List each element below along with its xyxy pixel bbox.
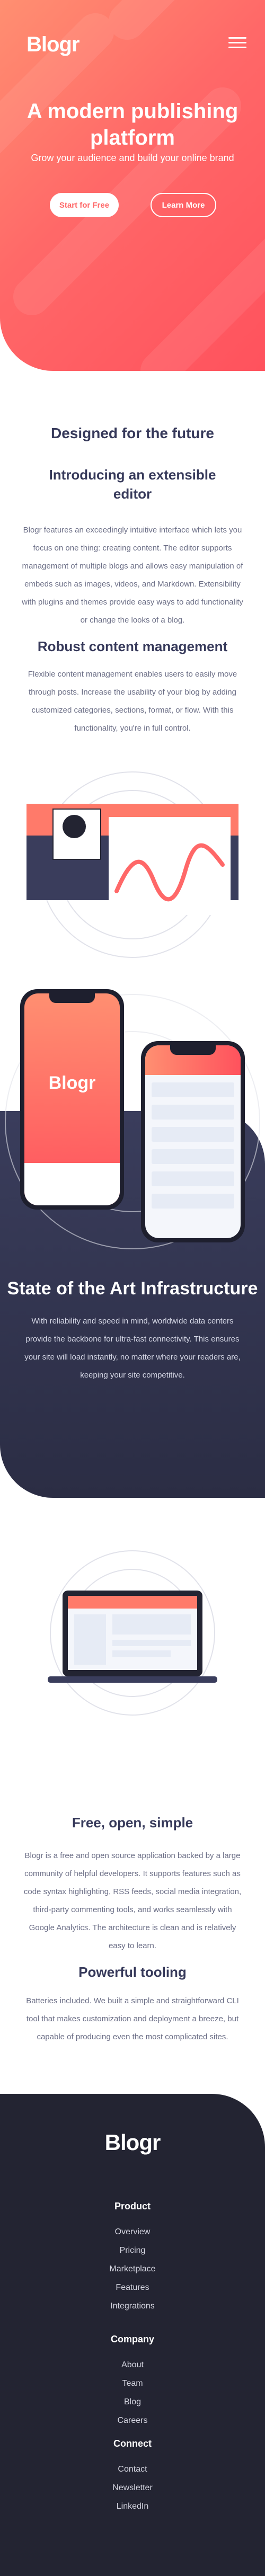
tooling-title: Powerful tooling [78,1964,187,1980]
infrastructure-title: State of the Art Infrastructure [7,1278,258,1299]
content-management-title: Robust content management [37,638,228,654]
footer-link-newsletter[interactable]: Newsletter [0,2479,265,2497]
free-section: Free, open, simple Blogr is a free and o… [0,1498,265,2046]
phone-mockup-back [141,1041,245,1242]
content-management-text: Flexible content management enables user… [28,670,237,733]
hero-tagline: Grow your audience and build your online… [31,153,234,163]
footer-link-careers[interactable]: Careers [0,2411,265,2430]
footer-group-company: Company About Team Blog Careers [0,2334,265,2430]
footer-group-title: Company [110,2334,154,2344]
footer-link-team[interactable]: Team [0,2374,265,2393]
footer-link-linkedin[interactable]: LinkedIn [0,2497,265,2516]
footer-link-features[interactable]: Features [0,2278,265,2297]
free-title: Free, open, simple [72,1815,193,1831]
footer-link-blog[interactable]: Blog [0,2393,265,2411]
phone-logo: Blogr [48,1073,96,1093]
start-for-free-button[interactable]: Start for Free [50,193,119,217]
infrastructure-text: With reliability and speed in mind, worl… [24,1317,241,1380]
laptop-illustration [48,1550,217,1716]
editor-text: Blogr features an exceedingly intuitive … [22,526,243,625]
phone-mockup-front: Blogr [20,989,124,1210]
footer-group-title: Product [114,2201,151,2211]
footer-link-about[interactable]: About [0,2356,265,2374]
future-section-title: Designed for the future [50,425,214,441]
footer-group-connect: Connect Contact Newsletter LinkedIn [0,2438,265,2516]
top-navigation: Blogr [26,33,246,57]
tooling-text: Batteries included. We built a simple an… [26,1996,239,2041]
footer-link-overview[interactable]: Overview [0,2223,265,2241]
footer-link-contact[interactable]: Contact [0,2460,265,2479]
editor-title: Introducing an extensible editor [49,467,216,502]
footer-group-product: Product Overview Pricing Marketplace Fea… [0,2201,265,2315]
hero-title: A modern publishing platform [26,100,238,149]
footer-link-integrations[interactable]: Integrations [0,2297,265,2315]
infrastructure-section: Blogr State of the Art Infrastructure Wi… [0,963,265,1498]
free-text: Blogr is a free and open source applicat… [23,1851,242,1950]
footer-link-pricing[interactable]: Pricing [0,2241,265,2260]
future-section: Designed for the future Introducing an e… [0,425,265,963]
learn-more-button[interactable]: Learn More [151,193,216,217]
footer-group-title: Connect [113,2438,152,2449]
header-logo[interactable]: Blogr [26,33,80,57]
footer: Blogr Product Overview Pricing Marketpla… [0,2094,265,2576]
hamburger-menu-icon[interactable] [228,37,246,51]
hero-section: Blogr A modern publishing platform Grow … [0,0,265,371]
footer-logo[interactable]: Blogr [0,2130,265,2155]
editor-illustration [26,771,238,958]
footer-link-marketplace[interactable]: Marketplace [0,2260,265,2278]
